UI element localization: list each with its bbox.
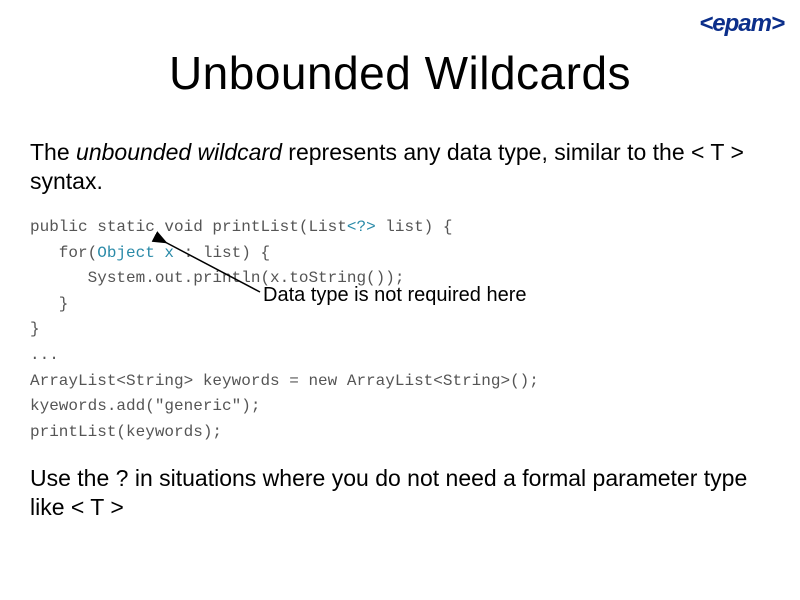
intro-em: unbounded wildcard: [76, 139, 282, 165]
outro-paragraph: Use the ? in situations where you do not…: [30, 464, 770, 522]
slide: <epam> Unbounded Wildcards The unbounded…: [0, 0, 800, 600]
code-l8: kyewords.add("generic");: [30, 397, 260, 415]
code-l6: ...: [30, 346, 59, 364]
intro-paragraph: The unbounded wildcard represents any da…: [30, 138, 770, 196]
epam-logo: <epam>: [699, 10, 784, 38]
code-l1b: <?>: [347, 218, 376, 236]
intro-pre: The: [30, 139, 76, 165]
code-block: public static void printList(List<?> lis…: [30, 215, 770, 445]
callout-label: Data type is not required here: [263, 283, 533, 307]
code-l2a: for(: [30, 244, 97, 262]
code-l2c: : list) {: [174, 244, 270, 262]
code-l5: }: [30, 320, 40, 338]
code-l7: ArrayList<String> keywords = new ArrayLi…: [30, 372, 539, 390]
code-l1a: public static void printList(List: [30, 218, 347, 236]
page-title: Unbounded Wildcards: [0, 46, 800, 100]
code-l1c: list) {: [376, 218, 453, 236]
code-l2b: Object x: [97, 244, 174, 262]
code-l4: }: [30, 295, 68, 313]
code-l9: printList(keywords);: [30, 423, 222, 441]
